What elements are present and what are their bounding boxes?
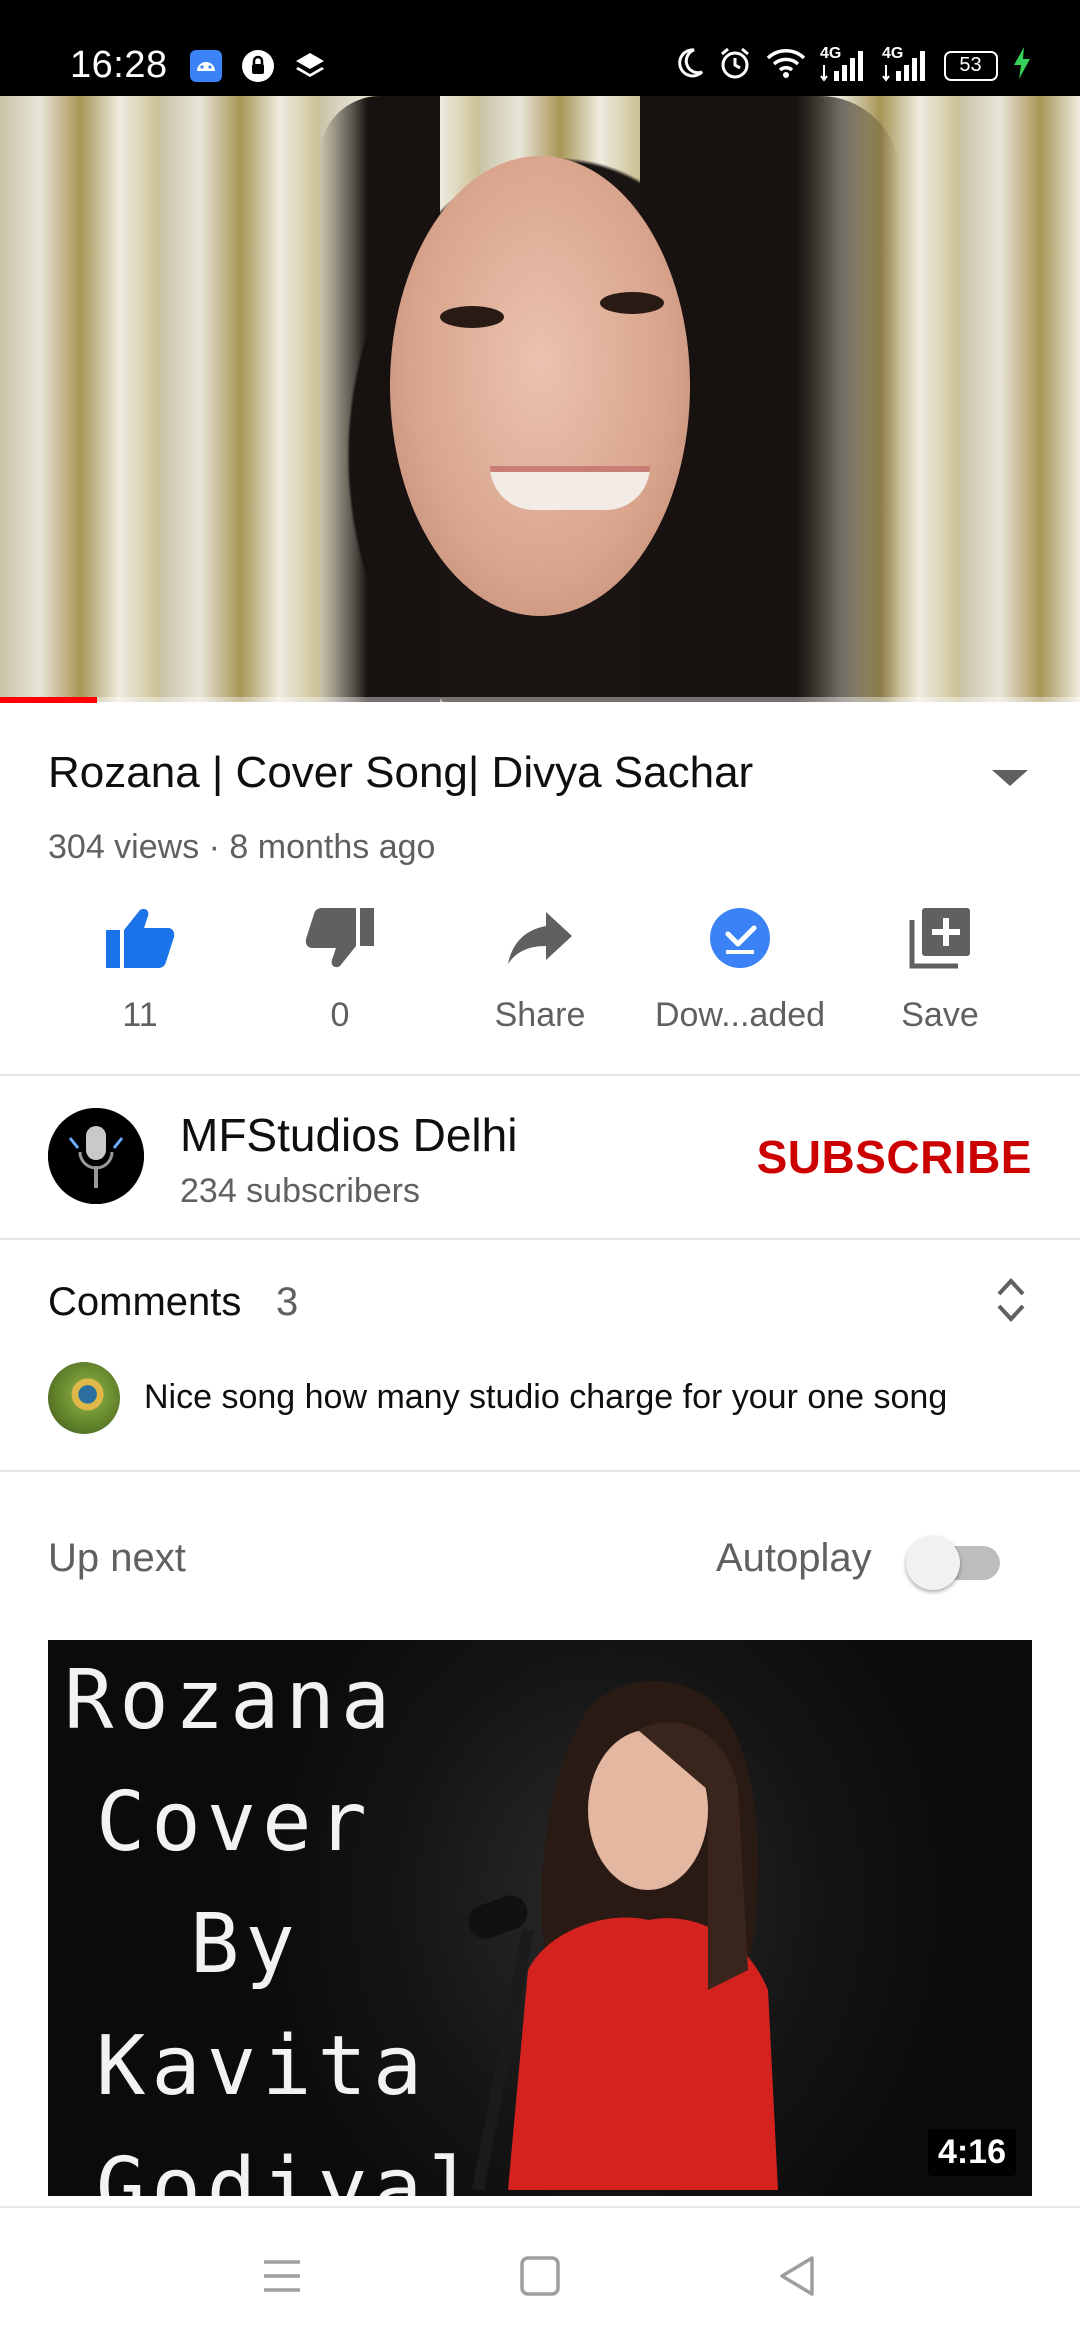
like-count: 11: [122, 996, 158, 1034]
system-nav-bar: [0, 2206, 1080, 2340]
alarm-icon: [718, 46, 752, 85]
video-frame-detail: [600, 292, 664, 314]
progress-bar[interactable]: [0, 697, 1080, 703]
comments-count: 3: [276, 1280, 299, 1324]
thumbnail-text-line: Godiyal: [96, 2141, 484, 2196]
comments-title: Comments: [48, 1280, 242, 1324]
downloaded-icon: [700, 898, 780, 978]
battery-icon: 53: [944, 50, 998, 81]
video-frame-detail: [440, 306, 504, 328]
thumbnail-text-line: By: [190, 1897, 301, 1992]
save-button[interactable]: Save: [840, 898, 1040, 1048]
video-duration-badge: 4:16: [927, 2129, 1016, 2176]
thumbnail-text-line: Kavita: [96, 2019, 429, 2114]
save-label: Save: [901, 996, 979, 1034]
share-icon: [500, 898, 580, 978]
top-comment-text: Nice song how many studio charge for you…: [144, 1378, 948, 1416]
toggle-knob: [906, 1536, 960, 1590]
autoplay-toggle[interactable]: [906, 1536, 1000, 1590]
home-icon[interactable]: [512, 2248, 568, 2304]
dislike-icon: [300, 898, 380, 978]
back-icon[interactable]: [770, 2248, 826, 2304]
thumbnail-text-line: Cover: [96, 1775, 373, 1870]
lock-badge-icon: [240, 48, 276, 84]
dislike-count: 0: [330, 996, 350, 1034]
video-frame-detail: [490, 466, 650, 510]
expand-collapse-icon[interactable]: [996, 1276, 1026, 1324]
chevron-down-icon[interactable]: [988, 762, 1032, 792]
thumbnail-person-illustration: [468, 1681, 778, 2190]
divider: [0, 1470, 1080, 1472]
channel-avatar[interactable]: [48, 1108, 144, 1204]
action-bar: 11 0 Share Dow...aded Save: [0, 898, 1080, 1048]
progress-bar-fill: [0, 697, 97, 703]
dislike-button[interactable]: 0: [240, 898, 440, 1048]
wifi-icon: [766, 47, 806, 84]
video-frame-detail: [390, 156, 690, 616]
autoplay-label: Autoplay: [716, 1536, 872, 1580]
download-button[interactable]: Dow...aded: [640, 898, 840, 1048]
charging-icon: [1012, 46, 1032, 85]
subscribe-button[interactable]: SUBSCRIBE: [757, 1130, 1032, 1184]
signal-icon: 4G: [820, 45, 868, 83]
android-icon: [188, 48, 224, 84]
divider: [0, 1074, 1080, 1076]
like-icon: [100, 898, 180, 978]
save-to-playlist-icon: [900, 898, 980, 978]
video-title: Rozana | Cover Song| Divya Sachar: [48, 748, 754, 797]
up-next-thumbnail[interactable]: Rozana Cover By Kavita Godiyal 4:16: [48, 1640, 1032, 2196]
like-button[interactable]: 11: [40, 898, 240, 1048]
thumbnail-text-line: Rozana: [64, 1653, 397, 1748]
status-time: 16:28: [70, 44, 168, 86]
subscriber-count: 234 subscribers: [180, 1172, 421, 1210]
thumbnail-caption: Rozana Cover By Kavita Godiyal: [64, 1640, 484, 2196]
moon-icon: [674, 47, 704, 84]
layers-icon: [292, 48, 328, 84]
channel-name[interactable]: MFStudios Delhi: [180, 1108, 517, 1162]
menu-icon[interactable]: [254, 2248, 310, 2304]
video-meta: 304 views · 8 months ago: [48, 828, 436, 866]
divider: [0, 1238, 1080, 1240]
up-next-title: Up next: [48, 1536, 186, 1580]
signal-icon: 4G: [882, 45, 930, 83]
share-label: Share: [494, 996, 586, 1034]
status-bar: 16:28 4G 4G 53: [0, 0, 1080, 96]
commenter-avatar: [48, 1362, 120, 1434]
download-label: Dow...aded: [654, 996, 826, 1034]
share-button[interactable]: Share: [440, 898, 640, 1048]
video-player[interactable]: [0, 96, 1080, 702]
battery-level: 53: [959, 53, 982, 76]
